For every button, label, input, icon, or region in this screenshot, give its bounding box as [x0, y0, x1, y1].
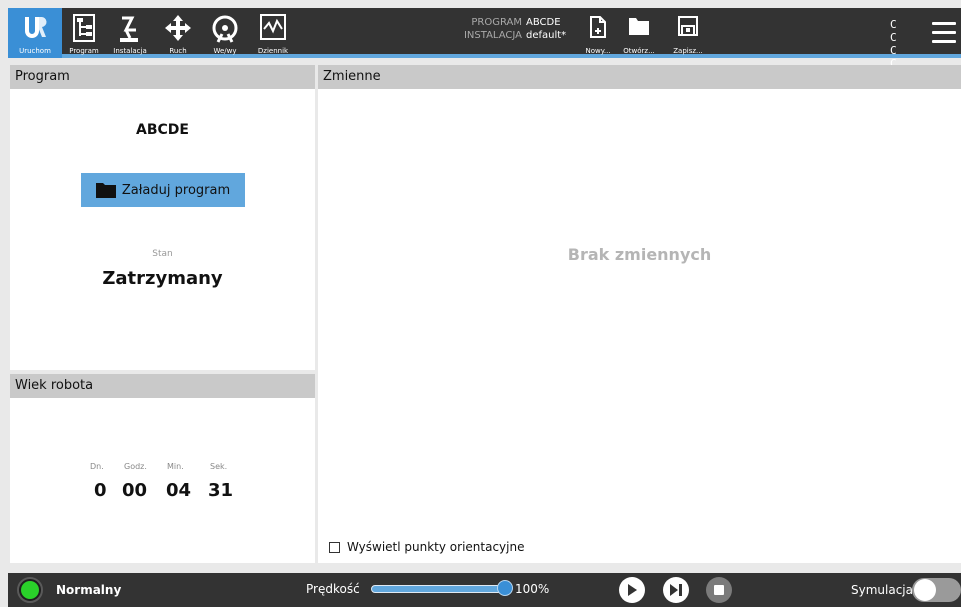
nav-run-label: Uruchom [19, 47, 51, 55]
new-file-button[interactable]: Nowy... [580, 8, 616, 58]
open-file-label: Otwórz... [623, 47, 655, 55]
status-dot-icon [21, 581, 39, 599]
io-gauge-icon [202, 14, 248, 46]
step-button[interactable] [663, 577, 689, 603]
nav-program-label: Program [69, 47, 99, 55]
age-unit-labels: Dn. Godz. Min. Sek. [90, 462, 240, 471]
stop-icon [714, 585, 724, 595]
robot-status-indicator[interactable] [17, 577, 43, 603]
robot-age-panel: Wiek robota Dn. Godz. Min. Sek. 0 00 04 … [10, 374, 315, 563]
age-unit-values: 0 00 04 31 [94, 480, 238, 501]
robot-controller-screen: Uruchom Program Instalacja Ruch We/wy Dz… [0, 0, 961, 607]
nav-move-label: Ruch [169, 47, 187, 55]
footer-bar: Normalny Prędkość 100% Symulacja [8, 573, 961, 607]
age-value-hours: 00 [122, 480, 148, 501]
indicator-line-1: C C [890, 18, 901, 44]
program-value: ABCDE [526, 17, 561, 28]
log-chart-icon [252, 14, 294, 46]
installation-value: default* [526, 30, 567, 41]
nav-program-button[interactable]: Program [64, 8, 104, 58]
age-label-minutes: Min. [167, 462, 184, 471]
nav-move-button[interactable]: Ruch [158, 8, 198, 58]
age-label-days: Dn. [90, 462, 104, 471]
open-file-button[interactable]: Otwórz... [621, 8, 657, 58]
nav-installation-label: Instalacja [113, 47, 147, 55]
ur-logo-icon [8, 14, 62, 46]
simulation-toggle[interactable] [912, 578, 961, 602]
hamburger-menu-icon[interactable] [932, 22, 956, 44]
nav-io-button[interactable]: We/wy [202, 8, 248, 58]
nav-io-label: We/wy [213, 47, 237, 55]
step-forward-icon [670, 584, 682, 596]
nav-installation-button[interactable]: Instalacja [106, 8, 154, 58]
program-tree-icon [64, 14, 104, 46]
program-panel-title: Program [10, 65, 315, 89]
folder-icon [95, 182, 116, 198]
nav-run-button[interactable]: Uruchom [8, 8, 62, 58]
speed-value: 100% [515, 582, 550, 596]
simulation-label: Symulacja [851, 583, 913, 597]
program-label: PROGRAM [471, 17, 522, 28]
speed-slider-track[interactable] [371, 585, 507, 593]
program-panel: Program ABCDE Załaduj program Stan Zatrz… [10, 65, 315, 370]
new-file-icon [580, 16, 616, 40]
load-program-button[interactable]: Załaduj program [81, 173, 245, 207]
age-value-minutes: 04 [166, 480, 192, 501]
show-waypoints-checkbox[interactable]: Wyświetl punkty orientacyjne [329, 540, 524, 554]
robot-arm-icon [106, 14, 154, 46]
nav-log-button[interactable]: Dziennik [252, 8, 294, 58]
new-file-label: Nowy... [585, 47, 611, 55]
program-name: ABCDE [136, 122, 189, 138]
robot-status-text: Normalny [56, 583, 122, 597]
save-file-label: Zapisz... [673, 47, 703, 55]
speed-label: Prędkość [306, 582, 360, 596]
checkbox-box[interactable] [329, 541, 340, 553]
variables-panel-title: Zmienne [318, 65, 961, 89]
state-value: Zatrzymany [102, 268, 223, 289]
speed-slider-thumb[interactable] [497, 580, 513, 596]
installation-label: INSTALACJA [463, 30, 522, 41]
folder-icon [621, 16, 657, 40]
program-info: PROGRAM ABCDE INSTALACJA default* [456, 16, 572, 42]
variables-panel: Zmienne Brak zmiennych Wyświetl punkty o… [318, 65, 961, 563]
show-waypoints-label: Wyświetl punkty orientacyjne [347, 540, 525, 554]
age-label-seconds: Sek. [210, 462, 228, 471]
move-arrows-icon [158, 14, 198, 46]
save-file-button[interactable]: Zapisz... [670, 8, 706, 58]
age-value-seconds: 31 [208, 480, 234, 501]
simulation-toggle-knob[interactable] [914, 579, 936, 601]
nav-log-label: Dziennik [257, 47, 289, 55]
play-icon [628, 584, 637, 596]
no-variables-text: Brak zmiennych [567, 245, 712, 264]
play-button[interactable] [619, 577, 645, 603]
robot-age-title: Wiek robota [10, 374, 315, 398]
floppy-disk-icon [670, 16, 706, 40]
state-label: Stan [152, 249, 173, 259]
controller-indicators: C C C C [890, 18, 916, 70]
load-program-label: Załaduj program [121, 182, 231, 198]
stop-button[interactable] [706, 577, 732, 603]
age-value-days: 0 [94, 480, 107, 501]
age-label-hours: Godz. [124, 462, 147, 471]
header-bar: Uruchom Program Instalacja Ruch We/wy Dz… [8, 8, 961, 70]
